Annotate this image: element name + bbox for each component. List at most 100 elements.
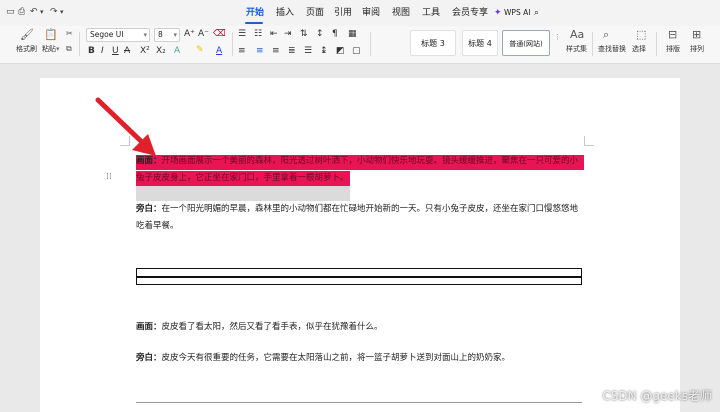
sort-icon[interactable]: ↕ bbox=[316, 29, 324, 40]
menu-bar: ▭ ⎙ ↶ ▾ ↷ ▾ 开始 插入 页面 引用 审阅 视图 工具 会员专享 ✦ … bbox=[0, 0, 720, 26]
style-body-web[interactable]: 普通(网站) bbox=[502, 30, 550, 56]
tab-wps-ai[interactable]: WPS AI bbox=[504, 7, 530, 19]
tab-review[interactable]: 审阅 bbox=[362, 7, 380, 19]
paragraph-text: 皮皮看了看太阳，然后又看了看手表，似乎在犹豫着什么。 bbox=[161, 322, 383, 332]
numbered-list-icon[interactable]: ☷ bbox=[254, 29, 262, 40]
paragraph-scene-1[interactable]: 画面：开场画面展示一个美丽的森林，阳光透过树叶洒下，小动物们快乐地玩耍。镜头缓缓… bbox=[136, 153, 582, 187]
tab-view[interactable]: 视图 bbox=[392, 7, 410, 19]
style-heading3[interactable]: 标题 3 bbox=[410, 30, 456, 56]
align-left-icon[interactable]: ≡ bbox=[238, 46, 246, 57]
divider bbox=[592, 32, 593, 56]
divider bbox=[79, 32, 80, 56]
text-effect-icon[interactable]: A bbox=[174, 46, 180, 57]
select-icon[interactable]: ⬚ bbox=[636, 29, 646, 41]
copy-icon[interactable]: ⧉ bbox=[66, 43, 72, 55]
more-quick-access-icon[interactable]: ▾ bbox=[60, 6, 64, 18]
margin-corner-mark bbox=[584, 136, 594, 146]
watermark: CSDN @geeks老师 bbox=[602, 389, 712, 403]
paragraph-text: 皮皮今天有很重要的任务，它需要在太阳落山之前，将一篮子胡萝卜送到对面山上的奶奶家… bbox=[161, 353, 511, 363]
style-heading4[interactable]: 标题 4 bbox=[462, 30, 498, 56]
chevron-down-icon: ▾ bbox=[173, 31, 177, 39]
line-spacing-icon[interactable]: ↨ bbox=[320, 46, 328, 57]
find-replace-button[interactable]: 查找替换 bbox=[598, 45, 626, 54]
divider bbox=[370, 32, 371, 56]
format-painter-button[interactable]: 格式刷 bbox=[16, 45, 37, 54]
tab-reference[interactable]: 引用 bbox=[334, 7, 352, 19]
subscript-icon[interactable]: X₂ bbox=[156, 46, 166, 57]
tab-page[interactable]: 页面 bbox=[306, 7, 324, 19]
font-color-icon[interactable]: A bbox=[216, 46, 222, 57]
borders-icon[interactable]: ▢ bbox=[352, 46, 361, 57]
paste-button[interactable]: 粘贴 bbox=[42, 45, 56, 54]
layout-button[interactable]: 排版 bbox=[666, 45, 680, 54]
paragraph-text: 开场画面展示一个美丽的森林，阳光透过树叶洒下，小动物们快乐地玩耍。镜头缓缓推进，… bbox=[136, 156, 579, 183]
ribbon-toolbar: 🖌 格式刷 📋 粘贴 ▾ ✂ ⧉ Segoe UI ▾ 8 ▾ A⁺ A⁻ ⌫ … bbox=[0, 26, 720, 64]
superscript-icon[interactable]: X² bbox=[140, 46, 150, 57]
tab-member[interactable]: 会员专享 bbox=[452, 7, 488, 19]
chevron-down-icon: ▾ bbox=[143, 31, 147, 39]
find-replace-icon[interactable]: ⌕ bbox=[603, 29, 609, 41]
align-right-icon[interactable]: ≡ bbox=[272, 46, 280, 57]
selection-highlight bbox=[136, 186, 350, 201]
font-name-value: Segoe UI bbox=[90, 30, 124, 39]
divider bbox=[232, 32, 233, 56]
paragraph-narration-1[interactable]: 旁白：在一个阳光明媚的早晨，森林里的小动物们都在忙碌地开始新的一天。只有小兔子皮… bbox=[136, 201, 582, 235]
table-divider bbox=[137, 276, 581, 278]
tab-tools[interactable]: 工具 bbox=[422, 7, 440, 19]
font-size-value: 8 bbox=[158, 30, 163, 39]
paragraph-label: 画面： bbox=[136, 322, 162, 332]
redo-icon[interactable]: ↷ bbox=[50, 6, 58, 18]
clear-format-icon[interactable]: ⌫ bbox=[213, 29, 226, 40]
border-icon[interactable]: ▦ bbox=[348, 29, 357, 40]
table-border[interactable] bbox=[136, 268, 582, 285]
arrange-button[interactable]: 排列 bbox=[690, 45, 704, 54]
annotation-arrow-icon bbox=[95, 97, 156, 156]
bold-icon[interactable]: B bbox=[88, 46, 95, 57]
document-icon[interactable]: ▭ bbox=[6, 6, 15, 18]
distributed-icon[interactable]: ☰ bbox=[304, 46, 312, 57]
highlight-color-icon[interactable]: ✎ bbox=[196, 45, 204, 56]
print-icon[interactable]: ⎙ bbox=[18, 6, 25, 18]
tab-home[interactable]: 开始 bbox=[246, 7, 264, 19]
search-icon[interactable]: ⌕ bbox=[534, 7, 539, 19]
paragraph-label: 旁白： bbox=[136, 353, 162, 363]
format-painter-icon[interactable]: 🖌 bbox=[20, 29, 34, 41]
paste-dropdown-icon[interactable]: ▾ bbox=[56, 45, 60, 54]
font-name-select[interactable]: Segoe UI ▾ bbox=[86, 28, 150, 42]
active-tab-indicator bbox=[245, 22, 263, 24]
show-marks-icon[interactable]: ¶ bbox=[332, 29, 338, 40]
font-size-select[interactable]: 8 ▾ bbox=[154, 28, 180, 42]
justify-icon[interactable]: ≣ bbox=[288, 46, 296, 57]
paste-icon[interactable]: 📋 bbox=[44, 29, 58, 41]
wps-ai-icon[interactable]: ✦ bbox=[494, 7, 502, 19]
tab-insert[interactable]: 插入 bbox=[276, 7, 294, 19]
bullet-list-icon[interactable]: ☰ bbox=[238, 29, 246, 40]
styles-set-icon[interactable]: Aa bbox=[570, 29, 584, 41]
paragraph-narration-2[interactable]: 旁白：皮皮今天有很重要的任务，它需要在太阳落山之前，将一篮子胡萝卜送到对面山上的… bbox=[136, 350, 582, 367]
paragraph-text: 在一个阳光明媚的早晨，森林里的小动物们都在忙碌地开始新的一天。只有小兔子皮皮，还… bbox=[136, 204, 579, 231]
styles-set-button[interactable]: 样式集 bbox=[566, 45, 587, 54]
paragraph-label: 旁白： bbox=[136, 204, 162, 214]
wps-writer-window: ▭ ⎙ ↶ ▾ ↷ ▾ 开始 插入 页面 引用 审阅 视图 工具 会员专享 ✦ … bbox=[0, 0, 720, 412]
paragraph-drag-handle-icon[interactable]: ⁞⁞ bbox=[106, 172, 112, 182]
undo-dropdown-icon[interactable]: ▾ bbox=[40, 6, 44, 18]
increase-indent-icon[interactable]: ⇥ bbox=[284, 29, 292, 40]
strikethrough-icon[interactable]: A bbox=[124, 46, 130, 57]
paragraph-scene-2[interactable]: 画面：皮皮看了看太阳，然后又看了看手表，似乎在犹豫着什么。 bbox=[136, 319, 582, 336]
grow-font-icon[interactable]: A⁺ bbox=[184, 29, 195, 40]
shading-icon[interactable]: ◩ bbox=[336, 46, 345, 57]
decrease-indent-icon[interactable]: ⇤ bbox=[270, 29, 278, 40]
italic-icon[interactable]: I bbox=[101, 46, 104, 57]
undo-icon[interactable]: ↶ bbox=[30, 6, 38, 18]
styles-more-icon[interactable]: ⋮ bbox=[554, 32, 561, 43]
underline-icon[interactable]: U bbox=[112, 46, 119, 57]
align-center-icon[interactable]: ≡ bbox=[256, 46, 264, 57]
select-button[interactable]: 选择 bbox=[632, 45, 646, 54]
text-direction-icon[interactable]: ⇅ bbox=[300, 29, 308, 40]
divider bbox=[656, 32, 657, 56]
layout-icon[interactable]: ⊟ bbox=[668, 29, 677, 41]
shrink-font-icon[interactable]: A⁻ bbox=[198, 29, 209, 40]
table-border[interactable] bbox=[136, 402, 582, 412]
arrange-icon[interactable]: ⊞ bbox=[692, 29, 701, 41]
cut-icon[interactable]: ✂ bbox=[66, 28, 73, 40]
